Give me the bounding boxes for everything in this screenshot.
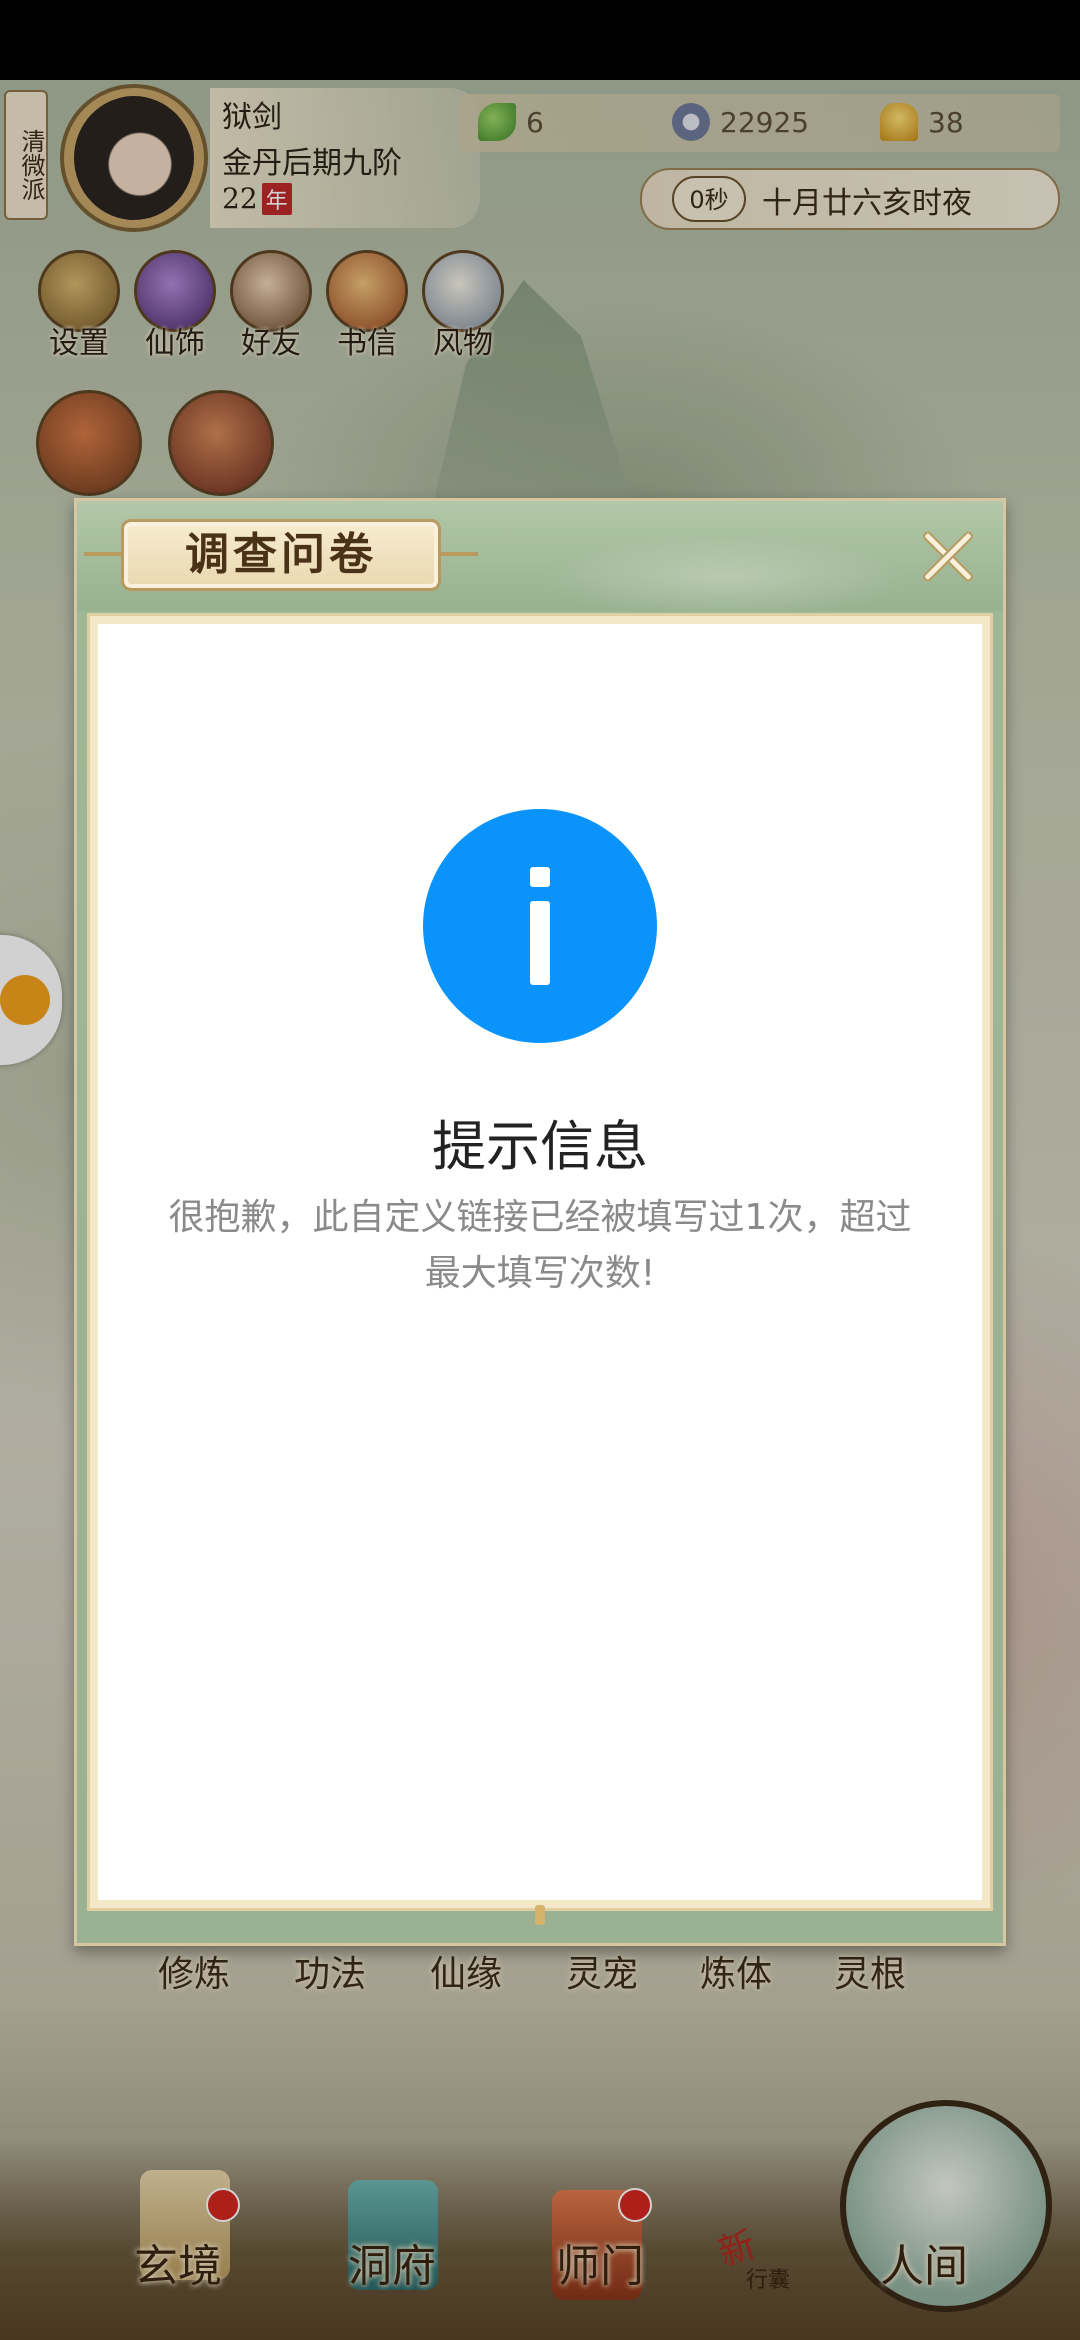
survey-dialog: 调查问卷 提示信息 很抱歉，此自定义链接已经被填写过1次，超过最大填写次数! (74, 498, 1006, 1946)
dialog-title: 调查问卷 (185, 529, 377, 580)
info-icon (423, 809, 657, 1043)
info-title: 提示信息 (432, 1115, 648, 1178)
info-icon-dot (530, 867, 550, 887)
dialog-bottom-ornament (535, 1905, 545, 1925)
dialog-title-plaque: 调查问卷 (84, 519, 478, 591)
info-message: 很抱歉，此自定义链接已经被填写过1次，超过最大填写次数! (168, 1197, 912, 1294)
dialog-content-frame: 提示信息 很抱歉，此自定义链接已经被填写过1次，超过最大填写次数! (87, 613, 993, 1911)
info-icon-bar (530, 901, 550, 985)
dialog-header: 调查问卷 (77, 501, 1003, 611)
webview-content: 提示信息 很抱歉，此自定义链接已经被填写过1次，超过最大填写次数! (98, 624, 982, 1900)
status-bar (0, 0, 1080, 80)
close-button[interactable] (911, 519, 985, 593)
